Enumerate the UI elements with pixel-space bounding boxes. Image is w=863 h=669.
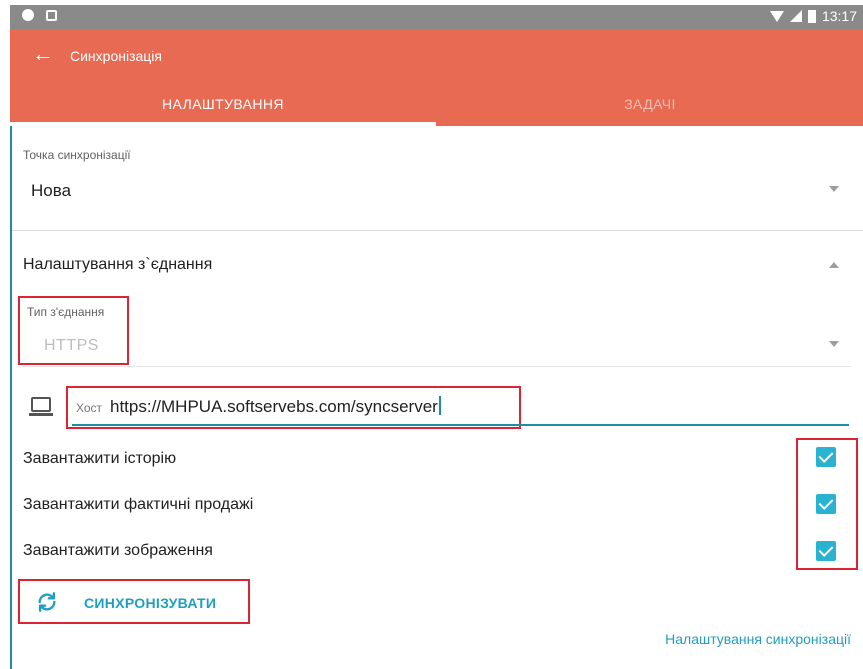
load-history-label[interactable]: Завантажити історію (23, 450, 176, 468)
load-sales-checkbox[interactable] (816, 494, 836, 514)
host-input[interactable]: https://MHPUA.softservebs.com/syncserver (110, 396, 441, 417)
sync-icon (38, 592, 56, 612)
connection-type-underline (23, 366, 851, 367)
status-bar: 13:17 (10, 5, 863, 29)
host-value[interactable]: https://MHPUA.softservebs.com/syncserver (110, 397, 438, 416)
chevron-down-icon[interactable] (829, 186, 839, 192)
chevron-down-icon[interactable] (829, 341, 839, 347)
signal-icon (789, 10, 802, 22)
host-label: Хост (76, 401, 103, 415)
sync-settings-link[interactable]: Налаштування синхронізації (665, 631, 851, 647)
active-tab-indicator (10, 122, 436, 126)
battery-icon (807, 9, 816, 23)
connection-type-label: Тип з'єднання (27, 305, 105, 319)
notification-icon (22, 9, 34, 21)
computer-icon (29, 397, 53, 416)
tab-settings[interactable]: НАЛАШТУВАННЯ (10, 96, 436, 112)
wifi-icon (769, 10, 784, 22)
load-images-label[interactable]: Завантажити зображення (23, 542, 213, 560)
app-notification-icon (46, 9, 57, 21)
sync-point-label: Точка синхронізації (23, 148, 131, 162)
divider (12, 230, 863, 231)
connection-type-value[interactable]: HTTPS (44, 337, 99, 355)
load-sales-label[interactable]: Завантажити фактичні продажі (23, 496, 253, 514)
page-title: Синхронізація (70, 48, 162, 64)
sync-button-label[interactable]: СИНХРОНІЗУВАТИ (84, 595, 216, 611)
sync-button[interactable]: СИНХРОНІЗУВАТИ (22, 583, 249, 623)
chevron-up-icon[interactable] (829, 262, 839, 268)
host-underline (72, 424, 849, 426)
status-time: 13:17 (821, 8, 857, 24)
load-images-checkbox[interactable] (816, 541, 836, 561)
sync-point-value[interactable]: Нова (31, 181, 71, 201)
tab-tasks[interactable]: ЗАДАЧІ (437, 96, 863, 112)
app-bar: ← Синхронізація НАЛАШТУВАННЯ ЗАДАЧІ (10, 29, 863, 126)
arrow-left-icon[interactable]: ← (32, 43, 54, 65)
connection-settings-title: Налаштування з`єднання (23, 256, 213, 273)
text-cursor (438, 396, 441, 415)
left-edge-line (10, 126, 12, 669)
load-history-checkbox[interactable] (816, 447, 836, 467)
